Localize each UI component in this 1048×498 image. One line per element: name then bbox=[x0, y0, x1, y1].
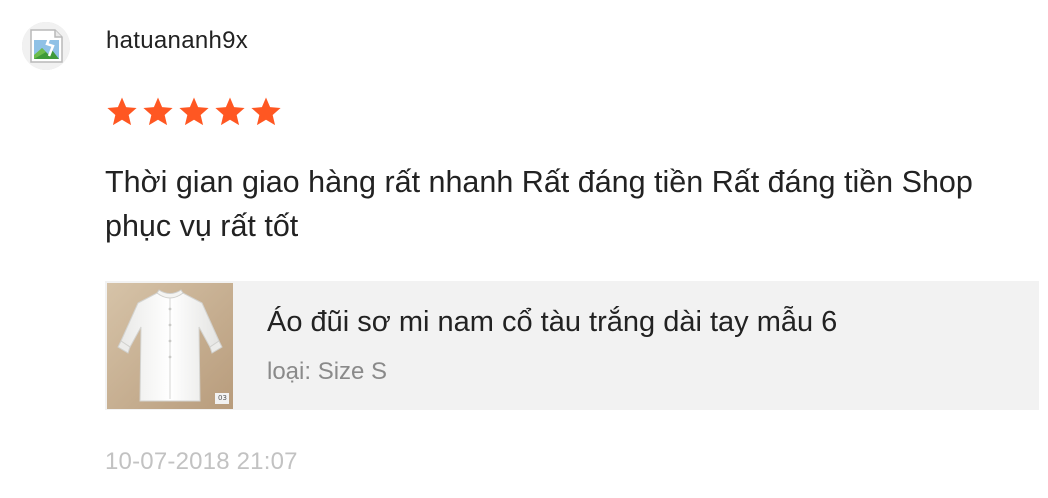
product-variant: loại: Size S bbox=[267, 358, 388, 385]
star-icon bbox=[179, 97, 209, 126]
broken-image-icon bbox=[22, 22, 70, 70]
product-card[interactable]: 03 Áo đũi sơ mi nam cổ tàu trắng dài tay… bbox=[105, 281, 1039, 410]
rating-stars bbox=[105, 94, 283, 130]
star-shape bbox=[179, 97, 209, 126]
product-thumbnail[interactable]: 03 bbox=[107, 283, 233, 409]
star-icon bbox=[107, 97, 137, 126]
star-shape bbox=[143, 97, 173, 126]
review-timestamp: 10-07-2018 21:07 bbox=[105, 448, 298, 475]
star-shape bbox=[215, 97, 245, 126]
shirt-image bbox=[107, 283, 233, 409]
star-icon bbox=[143, 97, 173, 126]
review-card: hatuananh9x Thời gian giao hàng rất nhan… bbox=[0, 0, 1048, 498]
star-shape bbox=[107, 97, 137, 126]
star-icon bbox=[215, 97, 245, 126]
product-name: Áo đũi sơ mi nam cổ tàu trắng dài tay mẫ… bbox=[267, 306, 838, 338]
star-shape bbox=[251, 97, 281, 126]
thumb-badge: 03 bbox=[218, 394, 227, 402]
star-icon bbox=[251, 97, 281, 126]
username[interactable]: hatuananh9x bbox=[106, 27, 248, 55]
avatar[interactable] bbox=[22, 22, 70, 70]
review-comment: Thời gian giao hàng rất nhanh Rất đáng t… bbox=[105, 165, 973, 243]
